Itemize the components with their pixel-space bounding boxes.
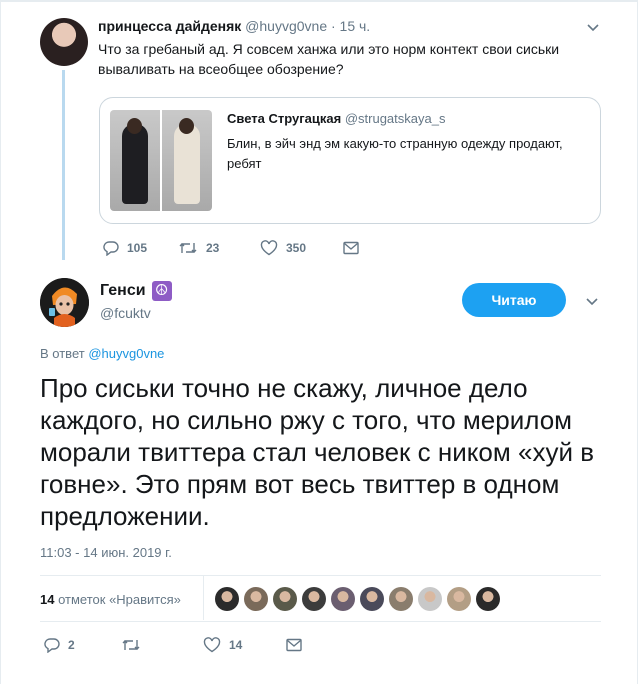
quoted-handle: @strugatskaya_s: [344, 111, 446, 126]
divider: [40, 575, 601, 576]
likes-count: 14: [40, 591, 55, 607]
parent-dm-button[interactable]: [343, 241, 359, 255]
reply-handle-link[interactable]: @huyvg0vne: [88, 346, 164, 361]
reply-icon: [103, 241, 119, 256]
liker-avatar[interactable]: [447, 587, 471, 611]
parent-retweet-count: 23: [206, 241, 220, 255]
main-avatar[interactable]: [40, 278, 89, 327]
reply-context: В ответ @huyvg0vne: [40, 346, 164, 361]
quoted-text: Блин, в эйч энд эм какую-то странную оде…: [227, 136, 563, 171]
following-button[interactable]: Читаю: [462, 283, 566, 317]
quoted-tweet[interactable]: Света Стругацкая @strugatskaya_s Блин, в…: [99, 97, 601, 224]
main-like-count: 14: [229, 638, 243, 652]
main-reply-button[interactable]: 2: [44, 637, 121, 653]
liker-avatar[interactable]: [418, 587, 442, 611]
liker-avatar[interactable]: [389, 587, 413, 611]
divider: [40, 621, 601, 622]
retweet-icon: [122, 640, 140, 650]
quoted-photo-1[interactable]: [110, 110, 160, 211]
heart-icon: [260, 240, 278, 256]
parent-retweet-button[interactable]: 23: [178, 240, 260, 256]
main-text: Про сиськи точно не скажу, личное дело к…: [40, 373, 595, 531]
main-reply-count: 2: [68, 638, 75, 652]
liker-avatar[interactable]: [331, 587, 355, 611]
main-name[interactable]: Генси: [100, 282, 146, 300]
vertical-divider: [203, 576, 204, 620]
mail-icon: [286, 638, 302, 652]
main-timestamp[interactable]: 11:03 - 14 июн. 2019 г.: [40, 545, 172, 560]
thread-line: [62, 70, 65, 260]
main-handle[interactable]: @fcuktv: [100, 305, 151, 321]
parent-reply-count: 105: [127, 241, 148, 255]
photo-head: [127, 118, 142, 134]
parent-avatar[interactable]: [40, 18, 88, 66]
liker-avatar[interactable]: [273, 587, 297, 611]
photo-figure: [122, 124, 148, 204]
parent-more-chevron-down-icon[interactable]: [585, 20, 601, 36]
liker-avatar[interactable]: [302, 587, 326, 611]
parent-actions: 105 23 350: [103, 240, 359, 256]
parent-like-count: 350: [286, 241, 307, 255]
liker-avatar[interactable]: [244, 587, 268, 611]
parent-reply-button[interactable]: 105: [103, 240, 178, 256]
liker-avatar[interactable]: [476, 587, 500, 611]
mail-icon: [343, 241, 359, 255]
reply-prefix: В ответ: [40, 346, 85, 361]
main-more-chevron-down-icon[interactable]: [584, 294, 600, 310]
parent-handle[interactable]: @huyvg0vne: [245, 18, 327, 34]
main-name-row: Генси ☮: [100, 281, 172, 301]
likes-summary[interactable]: 14 отметок «Нравится»: [40, 578, 181, 620]
liker-avatar[interactable]: [215, 587, 239, 611]
main-actions: 2 14: [44, 637, 302, 653]
parent-text: Что за гребаный ад. Я совсем ханжа или э…: [98, 41, 560, 77]
heart-icon: [203, 637, 221, 653]
parent-name[interactable]: принцесса дайденяк: [98, 18, 241, 34]
liker-avatar[interactable]: [360, 587, 384, 611]
main-dm-button[interactable]: [286, 638, 302, 652]
main-retweet-button[interactable]: [121, 637, 203, 653]
likes-count-text: 14 отметок «Нравится»: [40, 592, 181, 607]
top-divider: [0, 0, 638, 2]
peace-icon: ☮: [151, 281, 172, 301]
parent-time[interactable]: · 15 ч.: [331, 18, 370, 34]
main-like-button[interactable]: 14: [203, 637, 286, 653]
quoted-photo-2[interactable]: [162, 110, 212, 211]
photo-figure: [174, 124, 200, 204]
quoted-name: Света Стругацкая: [227, 111, 342, 126]
parent-like-button[interactable]: 350: [260, 240, 343, 256]
parent-header: принцесса дайденяк @huyvg0vne · 15 ч.: [98, 18, 370, 34]
reply-icon: [44, 638, 60, 653]
photo-head: [179, 118, 194, 134]
retweet-icon: [179, 243, 197, 253]
avatar-illustration: [40, 278, 89, 327]
quoted-header: Света Стругацкая @strugatskaya_s: [227, 111, 445, 126]
likes-label: отметок «Нравится»: [58, 591, 181, 607]
liker-avatars: [215, 587, 505, 611]
